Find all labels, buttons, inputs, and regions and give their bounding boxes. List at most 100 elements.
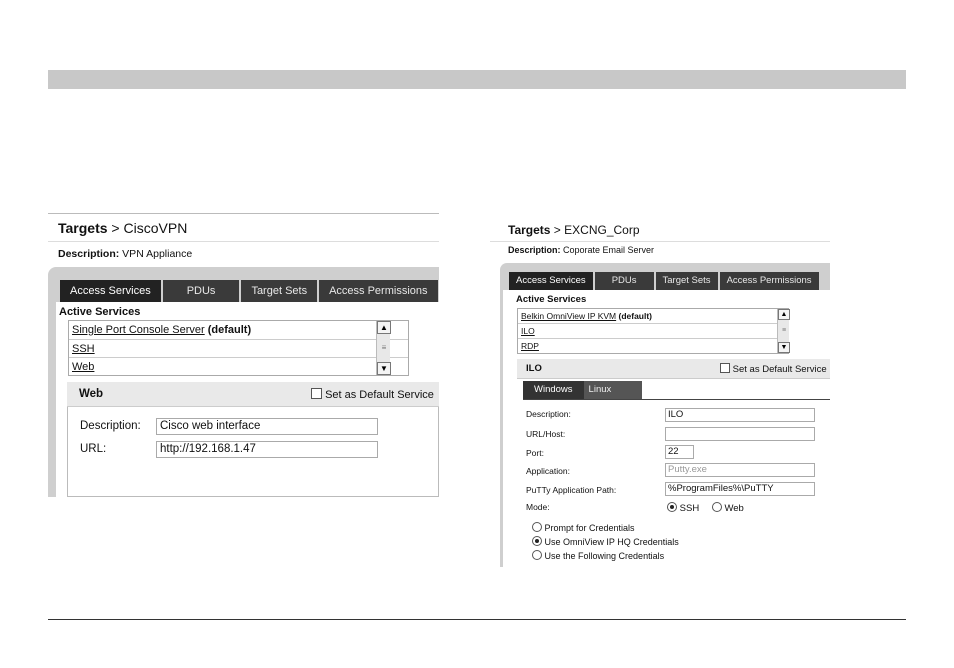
service-link[interactable]: SSH (72, 343, 95, 355)
application-field[interactable]: Putty.exe (665, 463, 815, 477)
tab-linux[interactable]: Linux (583, 381, 642, 399)
description-field-label: Description: (526, 409, 571, 419)
url-field-label: URL: (80, 443, 107, 455)
breadcrumb-root[interactable]: Targets (508, 223, 550, 237)
excng-corp-screenshot: Targets > EXCNG_Corp Description: Copora… (490, 213, 830, 567)
active-services-label: Active Services (59, 306, 141, 318)
radio-selected-icon[interactable] (667, 502, 677, 512)
host-field-label: URL/Host: (526, 429, 566, 439)
scroll-up-icon[interactable]: ▲ (778, 309, 790, 320)
breadcrumb-root[interactable]: Targets (58, 220, 108, 236)
title-divider (490, 241, 830, 242)
default-marker: (default) (204, 324, 252, 336)
list-item[interactable]: RDP (518, 339, 788, 354)
tab-bar: Access Services PDUs Target Sets Access … (509, 272, 821, 290)
application-field-label: Application: (526, 466, 570, 476)
breadcrumb: Targets > CiscoVPN (58, 220, 187, 236)
tab-target-sets[interactable]: Target Sets (655, 272, 718, 290)
header-band (48, 70, 906, 89)
scroll-down-icon[interactable]: ▼ (377, 362, 391, 375)
tab-target-sets[interactable]: Target Sets (241, 280, 318, 302)
mode-web-label: Web (724, 503, 744, 514)
scroll-grip-icon[interactable]: ≡ (780, 326, 788, 336)
description-field[interactable]: Cisco web interface (156, 418, 378, 435)
mode-radio-group: SSH Web (667, 502, 754, 514)
scroll-up-icon[interactable]: ▲ (377, 321, 391, 334)
breadcrumb-target: CiscoVPN (123, 220, 188, 236)
mode-option-web[interactable]: Web (711, 502, 744, 514)
credential-option-prompt[interactable]: Prompt for Credentials (532, 522, 635, 533)
tab-access-permissions[interactable]: Access Permissions (319, 280, 438, 302)
os-tab-bar: Windows Linux (523, 381, 642, 399)
service-link[interactable]: Belkin OmniView IP KVM (521, 311, 616, 321)
os-tab-underline (523, 399, 830, 400)
tab-bar: Access Services PDUs Target Sets Access … (60, 280, 439, 302)
service-link[interactable]: ILO (521, 326, 535, 336)
list-item[interactable]: Single Port Console Server (default) (69, 321, 408, 340)
breadcrumb-separator: > (550, 223, 565, 237)
tab-pdus[interactable]: PDUs (162, 280, 240, 302)
services-list: Belkin OmniView IP KVM (default) ILO RDP (517, 308, 789, 354)
service-link[interactable]: Web (72, 361, 94, 373)
tab-pdus[interactable]: PDUs (594, 272, 654, 290)
default-service-checkbox[interactable] (720, 363, 730, 373)
host-field[interactable] (665, 427, 815, 441)
list-item[interactable]: Belkin OmniView IP KVM (default) (518, 309, 788, 324)
url-field[interactable]: http://192.168.1.47 (156, 441, 378, 458)
top-divider (48, 213, 439, 214)
default-service-checkbox[interactable] (311, 388, 322, 399)
list-item[interactable]: Web (69, 358, 408, 377)
list-item[interactable]: ILO (518, 324, 788, 339)
services-scrollbar[interactable]: ▲ ≡ ▼ (777, 309, 790, 353)
description-value: VPN Appliance (119, 248, 193, 260)
description-field-label: Description: (80, 420, 141, 432)
active-services-label: Active Services (516, 294, 587, 305)
default-service-label: Set as Default Service (325, 389, 434, 401)
service-link[interactable]: Single Port Console Server (72, 324, 205, 336)
footer-rule (48, 619, 906, 620)
description-field[interactable]: ILO (665, 408, 815, 422)
default-marker: (default) (616, 311, 653, 321)
description-value: Coporate Email Server (560, 245, 655, 255)
tab-access-services[interactable]: Access Services (60, 280, 161, 302)
tab-windows[interactable]: Windows (523, 381, 584, 399)
credential-label: Prompt for Credentials (544, 523, 635, 533)
service-detail-title: Web (79, 388, 104, 400)
breadcrumb-separator: > (107, 220, 124, 236)
scroll-grip-icon[interactable]: ≡ (379, 343, 389, 353)
credential-option-following[interactable]: Use the Following Credentials (532, 550, 664, 561)
breadcrumb-target: EXCNG_Corp (564, 223, 640, 237)
credential-label: Use OmniView IP HQ Credentials (544, 537, 679, 547)
target-description: Description: VPN Appliance (58, 248, 192, 260)
title-divider (48, 241, 439, 242)
tab-access-permissions[interactable]: Access Permissions (719, 272, 819, 290)
mode-option-ssh[interactable]: SSH (667, 502, 700, 514)
mode-ssh-label: SSH (679, 503, 700, 514)
putty-path-field[interactable]: %ProgramFiles%\PuTTY (665, 482, 815, 496)
radio-icon[interactable] (532, 522, 542, 532)
scroll-down-icon[interactable]: ▼ (778, 342, 790, 353)
default-service-label: Set as Default Service (732, 364, 827, 375)
service-detail-title: ILO (526, 363, 542, 374)
radio-selected-icon[interactable] (532, 536, 542, 546)
description-label: Description: (508, 245, 561, 255)
putty-path-field-label: PuTTy Application Path: (526, 485, 617, 495)
tab-access-services[interactable]: Access Services (509, 272, 593, 290)
mode-label: Mode: (526, 502, 550, 512)
breadcrumb: Targets > EXCNG_Corp (508, 223, 640, 237)
default-service-option: Set as Default Service (311, 388, 434, 401)
credential-option-omniview[interactable]: Use OmniView IP HQ Credentials (532, 536, 679, 547)
ciscovpn-screenshot: Targets > CiscoVPN Description: VPN Appl… (48, 213, 439, 497)
service-link[interactable]: RDP (521, 341, 539, 351)
credential-label: Use the Following Credentials (544, 551, 665, 561)
port-field[interactable]: 22 (665, 445, 694, 459)
default-service-option: Set as Default Service (720, 363, 827, 375)
radio-icon[interactable] (711, 502, 722, 512)
services-scrollbar[interactable]: ▲ ≡ ▼ (376, 321, 391, 375)
list-item[interactable]: SSH (69, 340, 408, 358)
port-field-label: Port: (526, 448, 544, 458)
services-list: Single Port Console Server (default) SSH… (68, 320, 409, 376)
radio-icon[interactable] (532, 550, 542, 560)
target-description: Description: Coporate Email Server (508, 245, 654, 255)
description-label: Description: (58, 248, 120, 260)
